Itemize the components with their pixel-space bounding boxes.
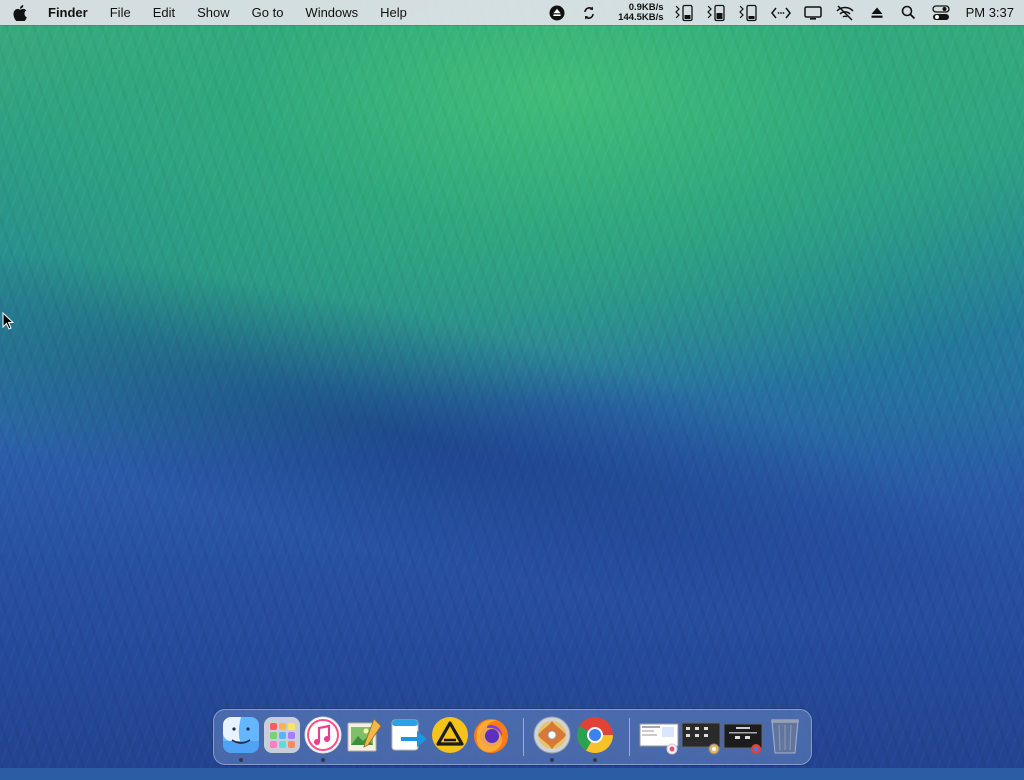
launchpad-icon[interactable] (262, 715, 302, 755)
menu-help[interactable]: Help (369, 0, 418, 25)
eject-icon[interactable] (866, 4, 888, 22)
running-indicator (593, 758, 597, 762)
migration-icon[interactable] (389, 715, 429, 755)
trash-icon[interactable] (765, 715, 805, 755)
apple-menu-icon[interactable] (0, 4, 40, 21)
finder-icon[interactable] (221, 715, 261, 755)
menu-file[interactable]: File (99, 0, 142, 25)
altserver-icon[interactable] (430, 715, 470, 755)
menu-bar-clock[interactable]: PM 3:37 (966, 5, 1014, 20)
running-indicator (239, 758, 243, 762)
screenshot-thumb-1[interactable] (639, 715, 679, 755)
menu-edit[interactable]: Edit (142, 0, 186, 25)
eject-circle-icon[interactable] (546, 4, 568, 22)
desktop-wallpaper[interactable] (0, 0, 1024, 768)
menu-windows[interactable]: Windows (294, 0, 369, 25)
battery-icon-3[interactable] (738, 4, 760, 22)
download-speed: 144.5KB/s (618, 11, 664, 23)
battery-icon-2[interactable] (706, 4, 728, 22)
music-icon[interactable] (303, 715, 343, 755)
sync-icon[interactable] (578, 4, 600, 22)
upload-speed: 0.9KB/s (628, 1, 664, 13)
search-icon[interactable] (898, 4, 920, 22)
code-icon[interactable] (770, 4, 792, 22)
running-indicator (321, 758, 325, 762)
mouse-cursor-icon (2, 311, 15, 335)
dvd-player-icon[interactable] (532, 715, 572, 755)
menu-app-finder[interactable]: Finder (40, 0, 99, 25)
preview-icon[interactable] (344, 715, 384, 755)
menu-show[interactable]: Show (186, 0, 241, 25)
menu-bar: Finder File Edit Show Go to Windows Help… (0, 0, 1024, 25)
display-icon[interactable] (802, 4, 824, 22)
dock-separator (523, 718, 524, 756)
screenshot-thumb-2[interactable] (681, 715, 721, 755)
menu-go-to[interactable]: Go to (241, 0, 295, 25)
dock-separator (629, 718, 630, 756)
wifi-off-icon[interactable] (834, 4, 856, 22)
firefox-icon[interactable] (471, 715, 511, 755)
dock (213, 709, 812, 765)
chrome-icon[interactable] (575, 715, 615, 755)
network-speed-readout: 0.9KB/s 144.5KB/s (610, 1, 664, 23)
battery-icon-1[interactable] (674, 4, 696, 22)
screenshot-thumb-3[interactable] (723, 715, 763, 755)
control-center-icon[interactable] (930, 4, 952, 22)
running-indicator (550, 758, 554, 762)
